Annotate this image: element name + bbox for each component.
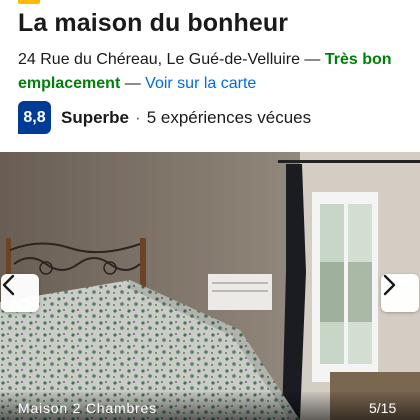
star-rating-indicator xyxy=(18,0,40,4)
link-separator: — xyxy=(120,75,146,92)
address-block: 24 Rue du Chéreau, Le Gué-de-Velluire — … xyxy=(18,48,410,96)
chevron-left-icon xyxy=(2,274,15,296)
review-summary[interactable]: 8,8 Superbe · 5 expériences vécues xyxy=(18,101,311,134)
photo-gallery[interactable]: Maison 2 Chambres 5/15 xyxy=(0,152,420,420)
review-score-label: Superbe xyxy=(61,107,130,127)
room-photo xyxy=(0,152,420,420)
review-separator: · xyxy=(135,107,141,127)
chevron-right-icon xyxy=(383,274,396,296)
address-text: 24 Rue du Chéreau, Le Gué-de-Velluire xyxy=(18,51,300,68)
previous-photo-button[interactable] xyxy=(1,274,39,312)
photo-counter: 5/15 xyxy=(369,400,397,416)
review-score-badge: 8,8 xyxy=(18,101,51,134)
map-link[interactable]: Voir sur la carte xyxy=(145,75,256,92)
next-photo-button[interactable] xyxy=(381,274,419,312)
page-title: La maison du bonheur xyxy=(18,9,289,37)
photo-caption: Maison 2 Chambres xyxy=(18,400,157,416)
review-count: 5 expériences vécues xyxy=(146,107,312,127)
address-separator: — xyxy=(299,51,325,68)
